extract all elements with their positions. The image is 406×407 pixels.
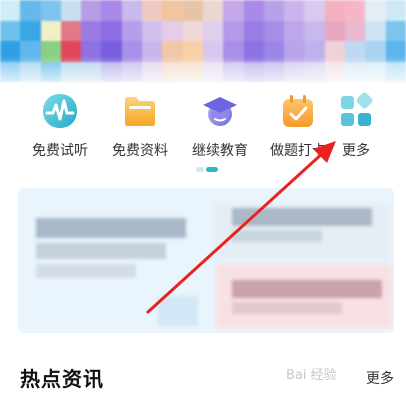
quick-nav-label: 继续教育 <box>192 143 248 159</box>
banner-mosaic-cell <box>60 20 82 41</box>
folder-icon <box>125 97 155 126</box>
banner-mosaic-cell <box>101 20 122 41</box>
banner-mosaic-cell <box>101 0 122 21</box>
banner-mosaic-cell <box>284 0 305 21</box>
pager-dot-inactive <box>196 167 204 172</box>
banner-mosaic-cell <box>162 20 183 41</box>
quick-nav: 免费试听 免费资料 继续教育 做题打卡 更多 <box>0 86 406 166</box>
banner-mosaic-cell <box>162 0 183 21</box>
banner-mosaic-cell <box>365 0 386 21</box>
banner-mosaic-cell <box>284 20 305 41</box>
grid-more-icon <box>341 92 373 126</box>
banner-mosaic-cell <box>223 20 244 41</box>
blurred-block <box>36 243 166 259</box>
blurred-block <box>232 302 342 314</box>
banner-mosaic-cell <box>121 20 143 41</box>
banner-mosaic-cell <box>324 0 346 21</box>
banner-mosaic-cell <box>243 20 264 41</box>
banner-mosaic-cell <box>243 0 264 21</box>
banner-mosaic-cell <box>142 0 163 21</box>
banner-mosaic-cell <box>324 20 346 41</box>
blurred-block <box>158 296 198 326</box>
banner-mosaic-cell <box>202 0 224 21</box>
blurred-block <box>232 208 372 226</box>
calendar-check-icon <box>283 95 313 127</box>
banner-mosaic-cell <box>0 0 21 21</box>
blurred-block <box>36 218 186 238</box>
banner-mosaic-cell <box>385 20 406 41</box>
banner-mosaic-cell <box>81 20 102 41</box>
quick-nav-label: 免费资料 <box>112 143 168 159</box>
banner-mosaic-cell <box>40 20 61 41</box>
banner-mosaic-cell <box>223 0 244 21</box>
banner-mosaic-cell <box>345 0 366 21</box>
banner-mosaic-cell <box>263 0 285 21</box>
banner-mosaic-cell <box>304 0 325 21</box>
quick-nav-label: 免费试听 <box>32 143 88 159</box>
banner-mosaic-cell <box>263 20 285 41</box>
audio-wave-icon <box>43 94 77 128</box>
banner-mosaic-cell <box>0 20 21 41</box>
baidu-jingyan-watermark: Bai 经验 <box>286 368 337 383</box>
banner-mosaic-cell <box>81 0 102 21</box>
banner-mosaic-cell <box>304 20 325 41</box>
banner-mosaic-cell <box>345 20 366 41</box>
banner-mosaic-cell <box>365 20 386 41</box>
promo-card[interactable] <box>18 188 394 333</box>
hot-news-more-link[interactable]: 更多 <box>366 368 394 388</box>
graduation-cap-icon <box>203 97 237 126</box>
section-title-hot-news: 热点资讯 <box>20 367 104 391</box>
blurred-block <box>36 264 136 278</box>
banner-mosaic-cell <box>40 0 61 21</box>
banner-mosaic-cell <box>142 20 163 41</box>
banner-mosaic-cell <box>121 0 143 21</box>
banner-mosaic-cell <box>182 20 203 41</box>
blurred-block <box>232 230 322 242</box>
carousel-pager <box>196 167 220 172</box>
quick-nav-label: 更多 <box>342 143 370 159</box>
pager-dot-active <box>206 167 218 172</box>
blurred-block <box>232 280 382 298</box>
banner-mosaic-cell <box>182 0 203 21</box>
banner-mosaic-cell <box>60 0 82 21</box>
banner-mosaic-cell <box>20 0 41 21</box>
banner-mosaic-cell <box>20 20 41 41</box>
banner-mosaic-cell <box>202 20 224 41</box>
banner-mosaic-cell <box>385 0 406 21</box>
